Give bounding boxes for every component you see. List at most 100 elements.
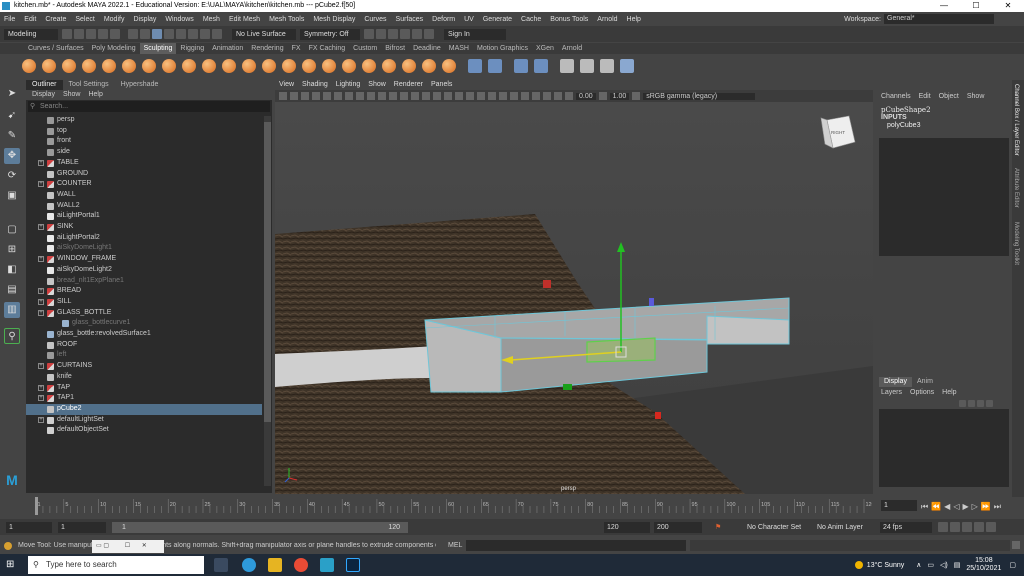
outliner-item[interactable]: glass_bottlecurve1 (26, 318, 262, 329)
tray-chevron-icon[interactable]: ∧ (916, 561, 921, 569)
perspective-viewport[interactable]: View Shading Lighting Show Renderer Pane… (275, 80, 873, 494)
sculpt-tool-icon[interactable] (22, 58, 36, 73)
side-tab-attribute-editor[interactable]: Attribute Editor (1013, 168, 1019, 208)
floating-maximize-icon[interactable]: ☐ (125, 543, 130, 549)
viewport-menu-shading[interactable]: Shading (302, 80, 328, 90)
fps-dropdown[interactable]: 24 fps (880, 522, 932, 533)
chrome-browser-icon[interactable] (294, 558, 308, 572)
grid-display-icon[interactable] (488, 58, 502, 73)
shelf-tab-fx-caching[interactable]: FX Caching (305, 43, 350, 54)
menu-mesh-display[interactable]: Mesh Display (313, 16, 355, 23)
view-transform-dropdown[interactable]: sRGB gamma (legacy) (643, 92, 756, 100)
shelf-tab-xgen[interactable]: XGen (532, 43, 558, 54)
input-node-label[interactable]: polyCube3 (887, 122, 920, 129)
current-frame-field[interactable]: 1 (881, 500, 917, 511)
new-scene-icon[interactable] (62, 29, 72, 39)
menu-cache[interactable]: Cache (521, 16, 541, 23)
symmetry-dropdown[interactable]: Symmetry: Off (300, 28, 360, 40)
outliner-item[interactable]: WALL (26, 190, 262, 201)
snap-curve-icon[interactable] (176, 29, 186, 39)
shape-node-label[interactable]: pCubeShape2 (881, 106, 931, 114)
go-to-end-icon[interactable]: ⏭ (994, 502, 1001, 512)
notifications-icon[interactable]: ▢ (1009, 561, 1016, 569)
color-management-icon[interactable] (632, 92, 641, 100)
animation-start-field[interactable]: 1 (6, 522, 52, 533)
outliner-menu-help[interactable]: Help (88, 90, 102, 100)
foamy-tool-icon[interactable] (142, 58, 156, 73)
xray-joints-icon[interactable] (543, 92, 551, 100)
unfreeze-tool-icon[interactable] (422, 58, 436, 73)
transfer-icon[interactable] (620, 58, 634, 73)
outliner-item[interactable]: aiSkyDomeLight2 (26, 265, 262, 276)
history-icon[interactable] (364, 29, 374, 39)
expand-icon[interactable]: + (38, 256, 44, 263)
playback-start-field[interactable]: 1 (58, 522, 106, 533)
snap-grid-icon[interactable] (164, 29, 174, 39)
taskbar-search-box[interactable]: ⚲ Type here to search (28, 556, 204, 574)
outliner-item[interactable]: front (26, 136, 262, 147)
outliner-item[interactable]: aiSkyDomeLight1 (26, 243, 262, 254)
layer-tab-display[interactable]: Display (879, 377, 912, 387)
keyframe-icon[interactable] (950, 522, 960, 532)
resolution-gate-icon[interactable] (356, 92, 364, 100)
step-forward-frame-icon[interactable]: ▷ (972, 502, 978, 512)
field-chart-icon[interactable] (378, 92, 386, 100)
windows-start-icon[interactable]: ⊞ (6, 559, 18, 571)
outliner-item[interactable]: + defaultLightSet (26, 415, 262, 426)
select-component-icon[interactable] (152, 29, 162, 39)
paint-select-icon[interactable]: ✎ (4, 128, 20, 144)
magnify-icon[interactable]: ⚲ (4, 328, 20, 344)
command-line-input[interactable] (466, 540, 686, 551)
playback-end-field[interactable]: 120 (604, 522, 650, 533)
maya-taskbar-icon[interactable] (320, 558, 334, 572)
live-surface-field[interactable]: No Live Surface (232, 28, 296, 40)
image-plane-icon[interactable] (301, 92, 309, 100)
mel-label[interactable]: MEL (448, 542, 462, 549)
menu-curves[interactable]: Curves (364, 16, 386, 23)
new-layer-selected-icon[interactable] (986, 400, 993, 407)
wireframe-icon[interactable] (411, 92, 419, 100)
outliner-search-input[interactable]: ⚲ Search... (28, 101, 270, 112)
redo-icon[interactable] (110, 29, 120, 39)
menu-bonus-tools[interactable]: Bonus Tools (550, 16, 588, 23)
outliner-item[interactable]: aiLightPortal1 (26, 211, 262, 222)
save-scene-icon[interactable] (86, 29, 96, 39)
outliner-item[interactable]: + TAP (26, 383, 262, 394)
pinch-tool-icon[interactable] (102, 58, 116, 73)
imprint-tool-icon[interactable] (202, 58, 216, 73)
outliner-item[interactable]: WALL2 (26, 201, 262, 212)
close-button[interactable]: ✕ (992, 0, 1024, 12)
knife-tool-icon[interactable] (282, 58, 296, 73)
expand-icon[interactable]: + (38, 288, 44, 295)
outliner-item[interactable]: defaultObjectSet (26, 425, 262, 436)
menu-display[interactable]: Display (133, 16, 156, 23)
hypershade-icon[interactable] (412, 29, 422, 39)
wax-tool-icon[interactable] (222, 58, 236, 73)
camera-attr-icon[interactable] (279, 92, 287, 100)
spray-tool-icon[interactable] (162, 58, 176, 73)
menu-edit[interactable]: Edit (24, 16, 36, 23)
current-time-indicator[interactable] (35, 497, 38, 515)
expand-icon[interactable]: + (38, 384, 44, 391)
smooth-shade-icon[interactable] (422, 92, 430, 100)
keyboard-icon[interactable]: ▤ (954, 561, 961, 569)
channels-menu-channels[interactable]: Channels (881, 92, 911, 102)
go-to-start-icon[interactable]: ⏮ (921, 502, 928, 512)
layer-menu-help[interactable]: Help (942, 389, 956, 396)
render-current-icon[interactable] (376, 29, 386, 39)
menu-help[interactable]: Help (627, 16, 641, 23)
shelf-tab-mash[interactable]: MASH (445, 43, 473, 54)
mask-tool-icon[interactable] (382, 58, 396, 73)
shelf-tab-curves-surfaces[interactable]: Curves / Surfaces (24, 43, 88, 54)
persp-graph-icon[interactable]: ▤ (4, 282, 20, 298)
viewport-menu-renderer[interactable]: Renderer (394, 80, 423, 90)
outliner-item[interactable]: top (26, 126, 262, 137)
exposure-icon[interactable] (565, 92, 573, 100)
textured-icon[interactable] (444, 92, 452, 100)
menu-modify[interactable]: Modify (104, 16, 125, 23)
menu-windows[interactable]: Windows (165, 16, 193, 23)
menu-set-dropdown[interactable]: Modeling (4, 28, 58, 40)
menu-mesh[interactable]: Mesh (203, 16, 220, 23)
expand-icon[interactable]: + (38, 309, 44, 316)
snap-surface-icon[interactable] (212, 29, 222, 39)
